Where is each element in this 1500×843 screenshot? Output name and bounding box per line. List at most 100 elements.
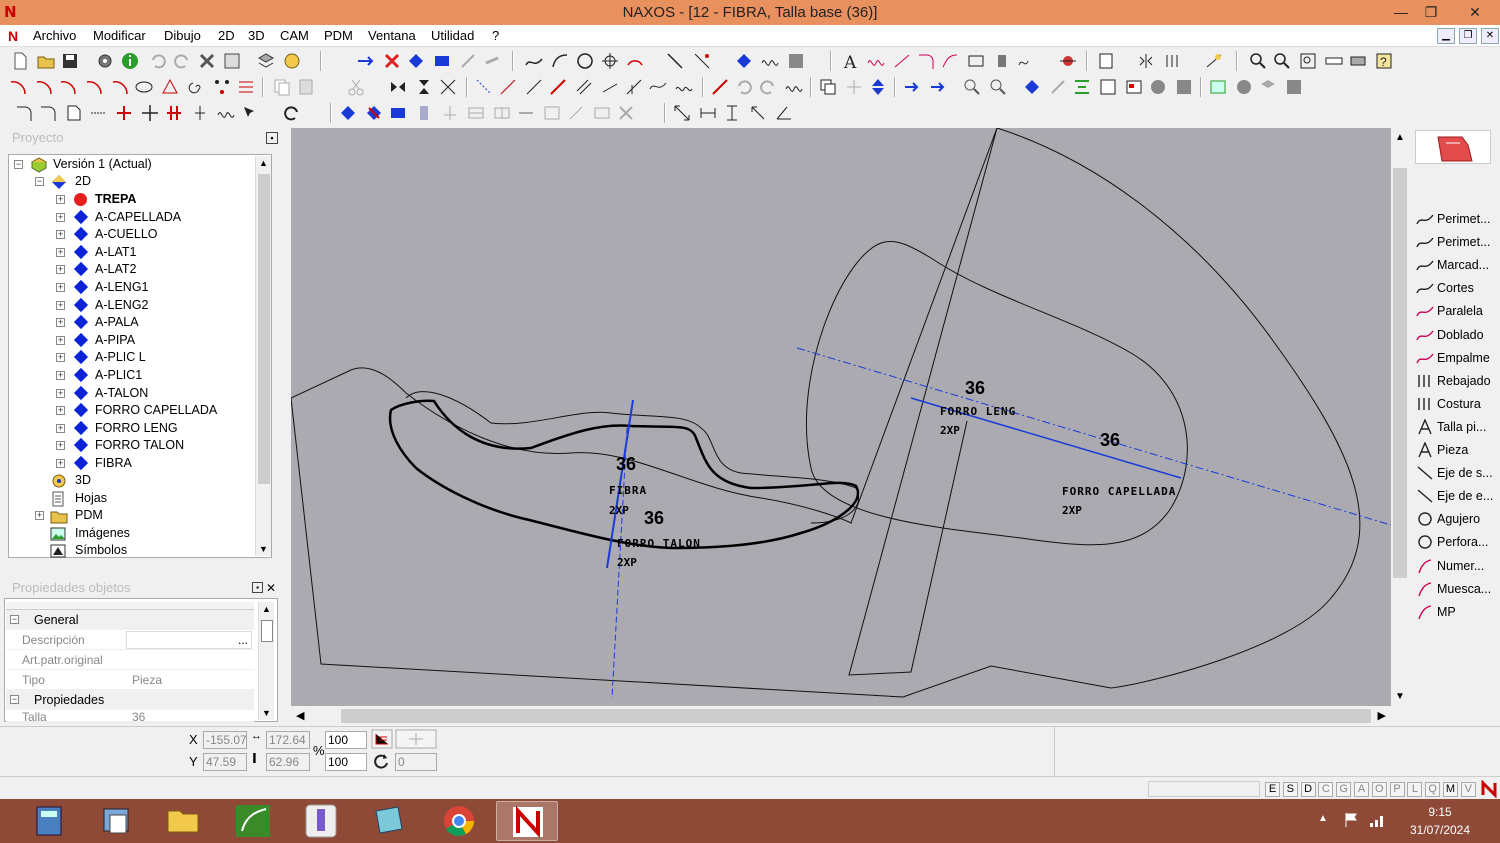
fillet-icon[interactable]: [84, 77, 104, 97]
status-mode-toggle[interactable]: S: [1282, 782, 1298, 797]
angle-measure-icon[interactable]: [774, 103, 794, 123]
arc-tool-icon[interactable]: [625, 51, 645, 71]
export-icon[interactable]: [432, 51, 452, 71]
tray-flag-icon[interactable]: [1342, 811, 1360, 829]
scroll-right-icon[interactable]: ▶: [1378, 709, 1386, 722]
tool-hole[interactable]: Agujero: [1414, 508, 1498, 530]
piece-preview[interactable]: [1415, 130, 1491, 164]
piece-delete-icon[interactable]: [364, 103, 384, 123]
layers-icon[interactable]: [256, 51, 276, 71]
rotate-left-icon[interactable]: [734, 77, 754, 97]
canvas-hscroll-thumb[interactable]: [341, 709, 1371, 723]
taskbar-app-green[interactable]: [222, 801, 284, 841]
arc-tangent-icon[interactable]: [58, 77, 78, 97]
window-icon[interactable]: [1124, 77, 1144, 97]
zoom-piece-in-icon[interactable]: [962, 77, 982, 97]
table-grid-icon[interactable]: [466, 103, 486, 123]
rotate-right-icon[interactable]: [758, 77, 778, 97]
mdi-minimize-button[interactable]: ▁: [1437, 28, 1455, 44]
settings-gear-icon[interactable]: [95, 51, 115, 71]
menu-3d[interactable]: 3D: [248, 28, 265, 43]
group-icon[interactable]: [1284, 77, 1304, 97]
trim-tool-icon[interactable]: [1016, 51, 1036, 71]
expand-icon[interactable]: +: [56, 283, 65, 292]
point-tool-icon[interactable]: [692, 51, 712, 71]
angle-line-icon[interactable]: [600, 77, 620, 97]
wave-cut-icon[interactable]: [216, 103, 236, 123]
tool-piece-text[interactable]: Pieza: [1414, 439, 1498, 461]
hem-tool-icon[interactable]: [916, 51, 936, 71]
spiral-icon[interactable]: [186, 77, 206, 97]
mirror-vertical-icon[interactable]: [414, 77, 434, 97]
scale-apply-icon[interactable]: [371, 729, 393, 749]
expand-icon[interactable]: +: [56, 265, 65, 275]
stamp-icon[interactable]: [1234, 77, 1254, 97]
menu-cam[interactable]: CAM: [280, 28, 309, 43]
refresh-icon[interactable]: [282, 103, 302, 123]
tool-axis[interactable]: Eje de e...: [1414, 485, 1498, 507]
offset-tool-icon[interactable]: [866, 51, 886, 71]
tool-perimeter[interactable]: Perimet...: [1414, 208, 1498, 230]
diagonal-link-icon[interactable]: [566, 103, 586, 123]
tree-node-piece[interactable]: + A-LAT2: [52, 261, 252, 278]
radius-measure-icon[interactable]: [748, 103, 768, 123]
tool-size-text[interactable]: Talla pi...: [1414, 416, 1498, 438]
properties-icon[interactable]: [222, 51, 242, 71]
palette-icon[interactable]: [282, 51, 302, 71]
add-piece-icon[interactable]: [406, 51, 426, 71]
link-icon[interactable]: [482, 51, 502, 71]
tree-node-version[interactable]: − Versión 1 (Actual): [12, 156, 252, 173]
split-line-icon[interactable]: [524, 77, 544, 97]
tree-node-piece[interactable]: + A-PALA: [52, 314, 252, 331]
grid-points-icon[interactable]: [212, 77, 232, 97]
tool-mp[interactable]: MP: [1414, 601, 1498, 623]
redo-icon[interactable]: [172, 51, 192, 71]
prop-category-general[interactable]: − General: [6, 610, 254, 630]
shape-icon[interactable]: [1148, 77, 1168, 97]
double-cut-icon[interactable]: [164, 103, 184, 123]
tree-node-piece[interactable]: + A-TALON: [52, 385, 252, 402]
trim-line-icon[interactable]: [474, 77, 494, 97]
chain-icon[interactable]: [516, 103, 536, 123]
taskbar-app-book[interactable]: [358, 801, 420, 841]
expand-icon[interactable]: +: [56, 423, 65, 433]
drawing-canvas[interactable]: 36 FIBRA 2XP 36 FORRO TALON 2XP 36 FORRO…: [291, 128, 1391, 706]
properties-pin-button[interactable]: ▪: [252, 582, 263, 593]
grade-tools-icon[interactable]: [440, 103, 460, 123]
taskbar-naxos[interactable]: [496, 801, 558, 841]
tool-mark[interactable]: Marcad...: [1414, 254, 1498, 276]
open-folder-icon[interactable]: [36, 51, 56, 71]
align-options-icon[interactable]: [395, 729, 437, 749]
rotate-icon[interactable]: [371, 751, 393, 771]
info-icon[interactable]: [120, 51, 140, 71]
status-mode-toggle[interactable]: D: [1300, 782, 1316, 797]
arc-center-icon[interactable]: [34, 77, 54, 97]
expand-icon[interactable]: +: [56, 300, 65, 310]
x-box-icon[interactable]: [616, 103, 636, 123]
tree-node-pdm[interactable]: + PDM: [32, 507, 252, 524]
taskbar-file-explorer[interactable]: [152, 801, 214, 841]
axis-dash-leng[interactable]: [796, 347, 1391, 526]
expand-icon[interactable]: +: [56, 388, 65, 398]
scale-x-field[interactable]: 100: [325, 731, 367, 749]
naxos-status-icon[interactable]: [1480, 780, 1498, 798]
tree-node-hojas[interactable]: Hojas: [32, 490, 252, 507]
flip-icon[interactable]: [868, 77, 888, 97]
parallel-line-icon[interactable]: [574, 77, 594, 97]
smooth-curve-icon[interactable]: [648, 77, 668, 97]
taskbar-app-pencil[interactable]: [290, 801, 352, 841]
tree-node-piece[interactable]: + A-LENG1: [52, 279, 252, 296]
diagonal-measure-icon[interactable]: [672, 103, 692, 123]
tree-node-piece[interactable]: + A-LAT1: [52, 244, 252, 261]
shape-square-icon[interactable]: [1174, 77, 1194, 97]
polygon-icon[interactable]: [160, 77, 180, 97]
taskbar-calculator[interactable]: [18, 801, 80, 841]
prop-row-descripcion[interactable]: Descripción ...: [6, 630, 254, 650]
expand-icon[interactable]: +: [56, 247, 65, 257]
rotation-field[interactable]: 0: [395, 753, 437, 771]
wave-edit-icon[interactable]: [784, 77, 804, 97]
piece-move-icon[interactable]: [338, 103, 358, 123]
tool-symmetry-axis[interactable]: Eje de s...: [1414, 462, 1498, 484]
y-field[interactable]: 47.59: [203, 753, 247, 771]
send-piece-icon[interactable]: [902, 77, 922, 97]
